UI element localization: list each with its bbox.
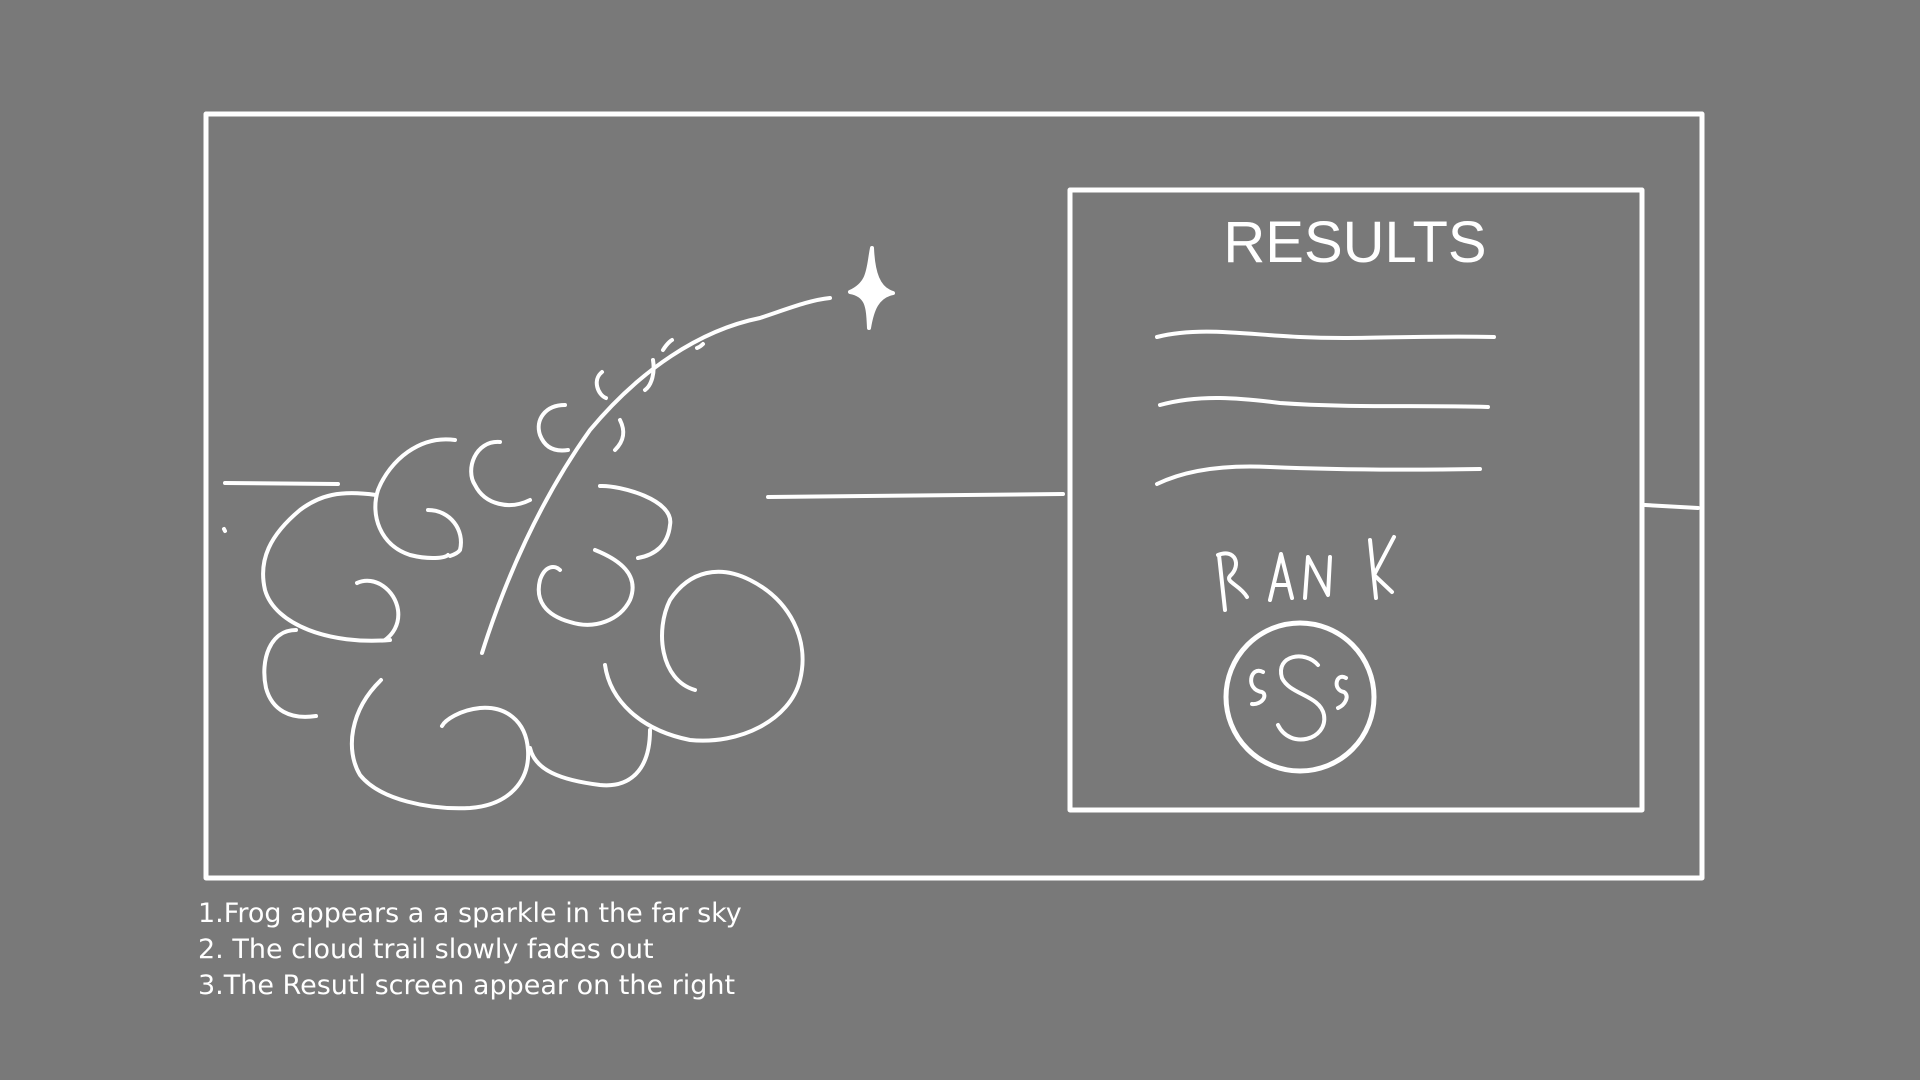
rank-badge-circle	[1223, 620, 1377, 774]
cloud-trail-sketch	[261, 338, 805, 811]
results-title: RESULTS	[1223, 210, 1486, 275]
horizon-middle	[766, 492, 1065, 499]
note-line-3: 3.The Resutl screen appear on the right	[198, 970, 736, 1001]
rank-badge-letters	[1249, 654, 1349, 742]
rank-label	[1216, 535, 1396, 612]
storyboard-panel: RESULTS 1.Frog appears a a sparkle in th…	[0, 0, 1920, 1080]
results-line-1	[1155, 329, 1496, 340]
storyboard-notes: 1.Frog appears a a sparkle in the far sk…	[198, 896, 1398, 1004]
results-box	[1067, 187, 1645, 813]
note-line-2: 2. The cloud trail slowly fades out	[198, 934, 654, 965]
horizon-right	[1643, 503, 1700, 510]
results-line-3	[1155, 464, 1482, 486]
horizon-dot	[222, 527, 227, 533]
note-line-1: 1.Frog appears a a sparkle in the far sk…	[198, 898, 742, 929]
sparkle-icon	[848, 246, 895, 330]
horizon-left	[223, 481, 340, 486]
results-line-2	[1158, 396, 1490, 409]
